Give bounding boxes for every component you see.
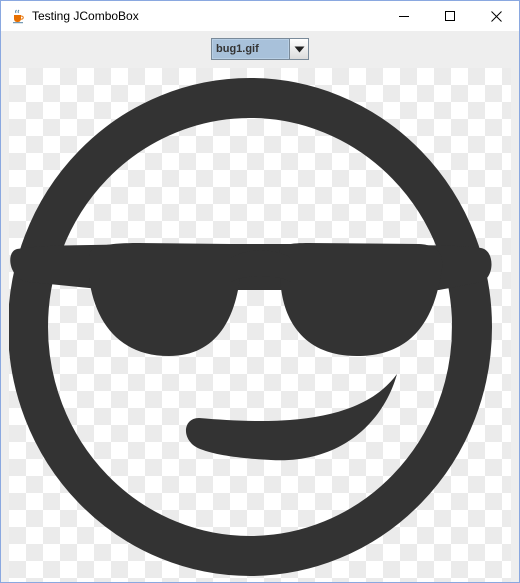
smiley-sunglasses-icon xyxy=(9,78,492,576)
close-icon xyxy=(490,10,502,22)
minimize-icon xyxy=(399,16,409,17)
image-display xyxy=(9,68,511,582)
maximize-icon xyxy=(445,11,455,21)
combo-selected-value[interactable]: bug1.gif xyxy=(213,40,288,58)
maximize-button[interactable] xyxy=(427,1,473,31)
close-button[interactable] xyxy=(473,1,519,31)
minimize-button[interactable] xyxy=(381,1,427,31)
image-combo-box[interactable]: bug1.gif xyxy=(211,38,309,60)
app-window: Testing JComboBox bug1.gif xyxy=(0,0,520,583)
title-bar[interactable]: Testing JComboBox xyxy=(1,1,519,31)
window-controls xyxy=(381,1,519,31)
chevron-down-icon xyxy=(294,46,304,52)
content-pane: bug1.gif xyxy=(1,31,519,582)
window-title: Testing JComboBox xyxy=(32,9,139,23)
java-coffee-cup-icon xyxy=(10,8,26,24)
combo-arrow-button[interactable] xyxy=(289,39,308,59)
